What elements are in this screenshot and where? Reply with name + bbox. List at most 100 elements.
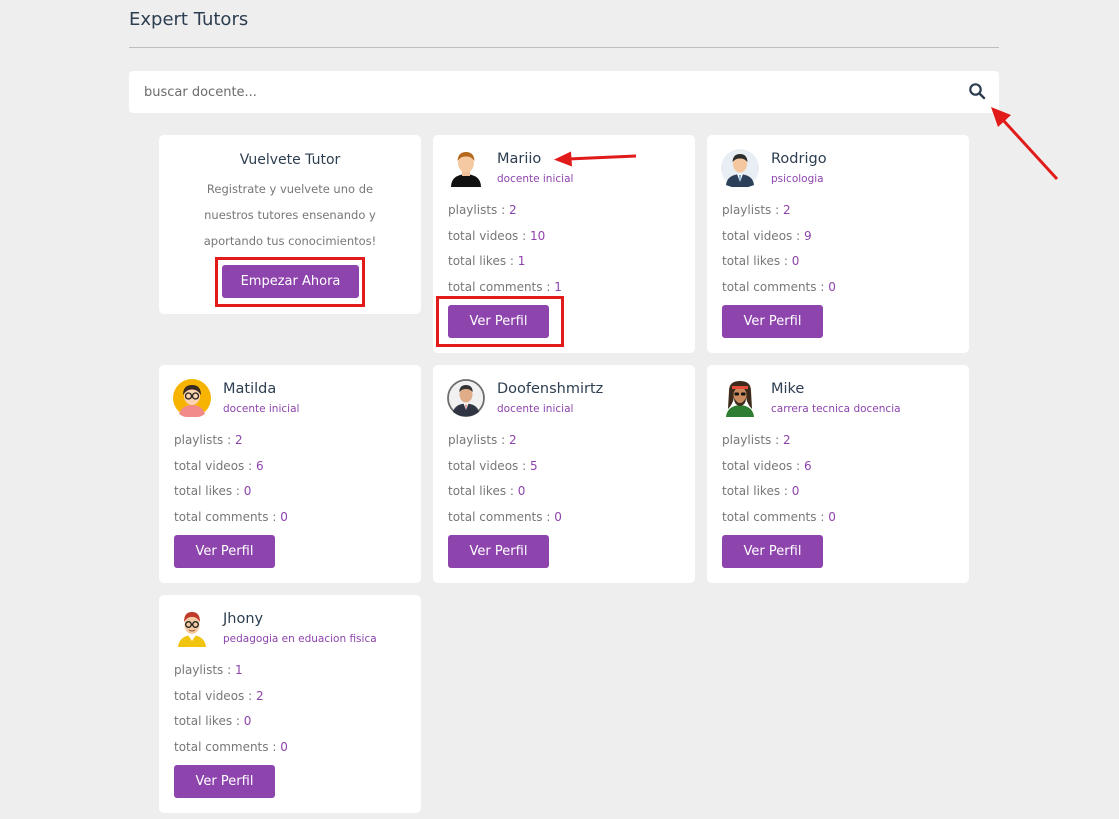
tutor-card: Rodrigo psicologia playlists : 2 total vide…	[707, 135, 969, 353]
stat-label: playlists :	[722, 203, 783, 217]
stat-playlists: playlists : 2	[722, 433, 836, 459]
stat-value: 10	[529, 228, 546, 243]
tutor-name: Jhony	[223, 611, 264, 627]
become-tutor-title: Vuelvete Tutor	[239, 152, 341, 168]
stat-label: total comments :	[448, 279, 555, 294]
search-bar	[129, 71, 999, 113]
stat-playlists: playlists : 1	[174, 663, 288, 689]
stat-comments: total comments : 0	[722, 510, 836, 536]
tutor-specialty: carrera tecnica docencia	[771, 403, 901, 415]
businessman-avatar-icon	[721, 149, 759, 188]
stat-label: total comments :	[722, 509, 829, 524]
stat-label: total comments :	[174, 739, 281, 754]
stat-label: total likes :	[722, 254, 792, 268]
stat-likes: total likes : 0	[722, 484, 836, 510]
tutor-card: Mike carrera tecnica docencia playlists : …	[707, 365, 969, 583]
stat-label: total comments :	[722, 279, 829, 294]
glasses-man-avatar-icon	[173, 609, 211, 647]
hippie-man-avatar-icon	[721, 379, 759, 417]
view-profile-button[interactable]: Ver Perfil	[448, 535, 549, 568]
stat-playlists: playlists : 2	[448, 433, 562, 459]
view-profile-button[interactable]: Ver Perfil	[722, 535, 823, 568]
stat-value: 2	[255, 688, 264, 703]
view-profile-button[interactable]: Ver Perfil	[722, 305, 823, 338]
become-tutor-text: Registrate y vuelvete uno de nuestros tu…	[203, 182, 377, 248]
stat-value: 2	[782, 203, 791, 217]
stat-comments: total comments : 0	[174, 510, 288, 536]
stat-videos: total videos : 5	[448, 459, 562, 485]
stat-value: 0	[791, 254, 800, 268]
tutor-stats: playlists : 2 total videos : 6 total likes…	[174, 433, 288, 535]
tutor-specialty: psicologia	[771, 173, 824, 185]
stat-label: playlists :	[448, 203, 509, 217]
stat-value: 1	[517, 254, 526, 268]
suit-man-avatar-icon	[447, 379, 485, 417]
stat-value: 0	[828, 509, 836, 524]
tutor-specialty: pedagogia en eduacion fisica	[223, 633, 377, 645]
stat-videos: total videos : 2	[174, 689, 288, 715]
stat-label: total likes :	[174, 714, 244, 728]
stat-playlists: playlists : 2	[174, 433, 288, 459]
stat-label: total likes :	[174, 484, 244, 498]
stat-likes: total likes : 0	[722, 254, 836, 280]
view-profile-button[interactable]: Ver Perfil	[448, 305, 549, 338]
stat-value: 0	[280, 509, 288, 524]
view-profile-button[interactable]: Ver Perfil	[174, 535, 275, 568]
stat-value: 9	[803, 228, 812, 243]
stat-value: 2	[508, 203, 517, 217]
search-icon	[969, 83, 986, 100]
search-input[interactable]	[129, 71, 949, 113]
stat-value: 6	[255, 458, 264, 473]
man-avatar-icon	[447, 149, 485, 187]
tutor-card: Jhony pedagogia en eduacion fisica playlis…	[159, 595, 421, 813]
stat-videos: total videos : 6	[174, 459, 288, 485]
search-button[interactable]	[967, 82, 987, 102]
page-title: Expert Tutors	[129, 9, 249, 30]
tutor-name: Matilda	[223, 381, 277, 397]
stat-value: 2	[234, 433, 243, 447]
stat-likes: total likes : 0	[174, 484, 288, 510]
tutor-stats: playlists : 2 total videos : 6 total likes…	[722, 433, 836, 535]
stat-label: playlists :	[448, 433, 509, 447]
stat-comments: total comments : 0	[448, 510, 562, 536]
stat-label: total videos :	[722, 458, 804, 473]
stat-videos: total videos : 6	[722, 459, 836, 485]
stat-value: 1	[234, 663, 243, 677]
stat-value: 0	[828, 279, 836, 294]
stat-label: total comments :	[448, 509, 555, 524]
stat-comments: total comments : 1	[448, 280, 562, 306]
annotation-arrow-search	[991, 107, 1059, 181]
stat-label: total videos :	[448, 458, 530, 473]
tutor-name: Mike	[771, 381, 805, 397]
stat-comments: total comments : 0	[174, 740, 288, 766]
become-tutor-card: Vuelvete Tutor Registrate y vuelvete uno…	[159, 135, 421, 314]
stat-label: playlists :	[174, 663, 235, 677]
stat-videos: total videos : 10	[448, 229, 562, 255]
tutor-specialty: docente inicial	[497, 403, 574, 415]
tutor-specialty: docente inicial	[223, 403, 300, 415]
tutor-name: Mariio	[497, 151, 542, 167]
stat-label: total likes :	[448, 254, 518, 268]
tutor-specialty: docente inicial	[497, 173, 574, 185]
stat-value: 5	[529, 458, 538, 473]
stat-likes: total likes : 0	[448, 484, 562, 510]
stat-label: total videos :	[174, 688, 256, 703]
stat-value: 0	[517, 484, 526, 498]
stat-label: total videos :	[174, 458, 256, 473]
stat-playlists: playlists : 2	[722, 203, 836, 229]
tutor-name: Doofenshmirtz	[497, 381, 604, 397]
stat-value: 0	[280, 739, 288, 754]
stat-label: total comments :	[174, 509, 281, 524]
view-profile-button[interactable]: Ver Perfil	[174, 765, 275, 798]
stat-value: 0	[554, 509, 562, 524]
stat-label: total videos :	[722, 228, 804, 243]
tutor-stats: playlists : 2 total videos : 9 total likes…	[722, 203, 836, 305]
tutor-stats: playlists : 2 total videos : 10 total like…	[448, 203, 562, 305]
stat-value: 2	[782, 433, 791, 447]
stat-value: 0	[243, 714, 252, 728]
stat-videos: total videos : 9	[722, 229, 836, 255]
tutor-stats: playlists : 1 total videos : 2 total likes…	[174, 663, 288, 765]
stat-label: total videos :	[448, 228, 530, 243]
woman-glasses-avatar-icon	[173, 379, 211, 418]
start-now-button[interactable]: Empezar Ahora	[222, 265, 359, 298]
